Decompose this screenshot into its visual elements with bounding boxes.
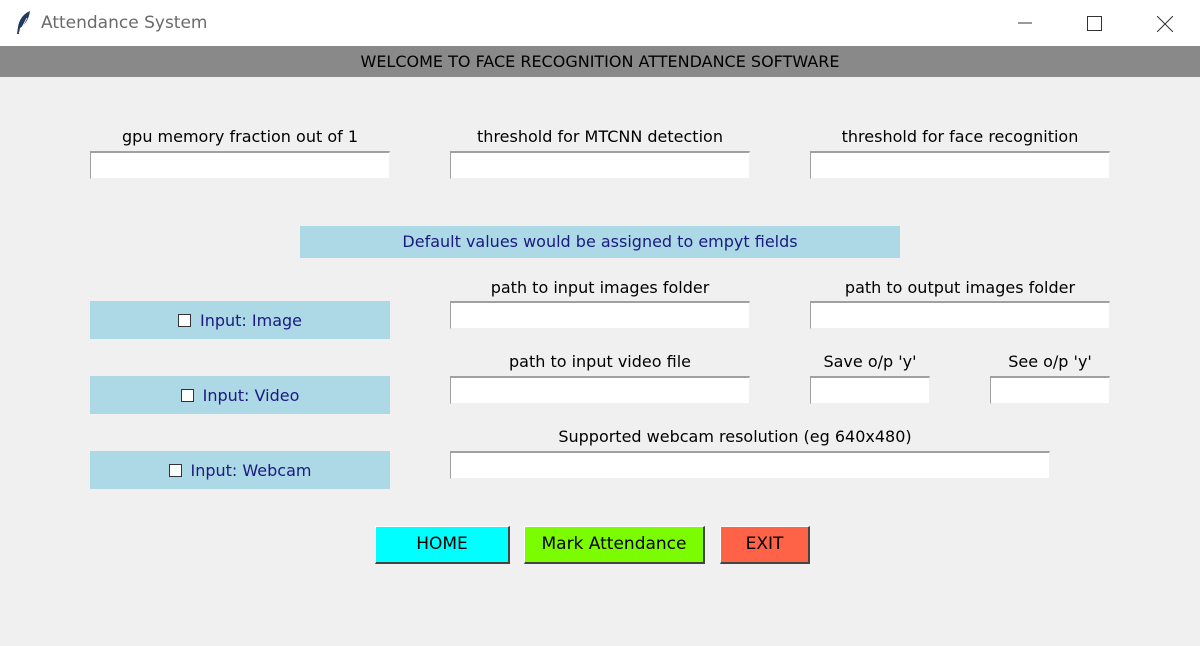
feather-icon xyxy=(15,10,33,36)
gpu-memory-label: gpu memory fraction out of 1 xyxy=(122,127,358,146)
title-bar: Attendance System xyxy=(0,0,1200,46)
save-output-label: Save o/p 'y' xyxy=(823,352,917,371)
output-images-path-label: path to output images folder xyxy=(844,278,1076,297)
input-images-path-field[interactable] xyxy=(450,301,750,329)
input-webcam-label: Input: Webcam xyxy=(190,460,312,480)
input-webcam-checkbox[interactable]: Input: Webcam xyxy=(90,451,390,489)
gpu-memory-field[interactable] xyxy=(90,151,390,179)
mark-attendance-button[interactable]: Mark Attendance xyxy=(524,526,705,564)
exit-button[interactable]: EXIT xyxy=(720,526,810,564)
minimize-icon xyxy=(1018,22,1032,24)
checkbox-box[interactable] xyxy=(180,388,194,402)
input-video-label: Input: Video xyxy=(202,385,300,405)
maximize-button[interactable] xyxy=(1071,0,1117,46)
see-output-field[interactable] xyxy=(990,376,1110,404)
maximize-icon xyxy=(1087,16,1102,31)
face-threshold-field[interactable] xyxy=(810,151,1110,179)
home-button[interactable]: HOME xyxy=(375,526,510,564)
mtcnn-threshold-label: threshold for MTCNN detection xyxy=(477,127,723,146)
close-icon xyxy=(1157,16,1173,32)
window-title: Attendance System xyxy=(41,13,208,33)
input-image-checkbox[interactable]: Input: Image xyxy=(90,301,390,339)
checkbox-box[interactable] xyxy=(168,463,182,477)
input-video-path-label: path to input video file xyxy=(508,352,691,371)
webcam-resolution-label: Supported webcam resolution (eg 640x480) xyxy=(558,427,912,446)
welcome-banner: WELCOME TO FACE RECOGNITION ATTENDANCE S… xyxy=(0,46,1200,77)
mtcnn-threshold-field[interactable] xyxy=(450,151,750,179)
webcam-resolution-field[interactable] xyxy=(450,451,1050,479)
input-image-label: Input: Image xyxy=(199,310,302,330)
save-output-field[interactable] xyxy=(810,376,930,404)
minimize-button[interactable] xyxy=(1002,0,1048,46)
face-threshold-label: threshold for face recognition xyxy=(841,127,1079,146)
output-images-path-field[interactable] xyxy=(810,301,1110,329)
close-button[interactable] xyxy=(1141,0,1187,46)
checkbox-box[interactable] xyxy=(177,313,191,327)
default-values-note: Default values would be assigned to empy… xyxy=(300,226,900,258)
input-video-checkbox[interactable]: Input: Video xyxy=(90,376,390,414)
input-images-path-label: path to input images folder xyxy=(490,278,710,297)
input-video-path-field[interactable] xyxy=(450,376,750,404)
see-output-label: See o/p 'y' xyxy=(1008,352,1092,371)
